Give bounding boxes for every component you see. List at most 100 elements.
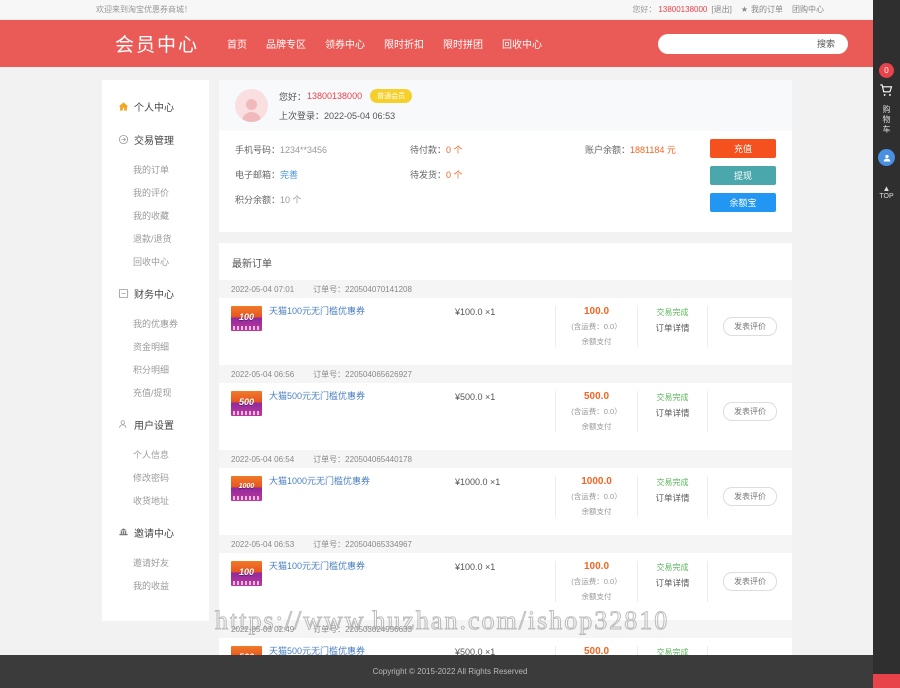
publish-review-button[interactable]: 发表评价: [723, 317, 777, 336]
stat-pending-payment: 待付款：0 个: [410, 143, 585, 156]
order-detail-link[interactable]: 订单详情: [638, 492, 707, 504]
nav-item-home[interactable]: 首页: [227, 36, 247, 51]
product-thumbnail: 500: [231, 391, 262, 416]
order-shipping: (含运费：0.0）: [560, 321, 633, 332]
sidebar-item-finance-center[interactable]: 财务中心: [102, 279, 209, 308]
avatar-icon: [235, 89, 268, 122]
sidebar-item-change-password[interactable]: 修改密码: [102, 466, 209, 489]
order-action-col: 发表评价: [707, 306, 792, 347]
status-badge: 交易完成: [638, 392, 707, 403]
order-header: 2022-05-03 02:49 订单号：220503024956633: [219, 620, 792, 638]
product-name[interactable]: 大猫1000元无门槛优惠券: [269, 476, 370, 517]
order-item: 2022-05-04 06:53 订单号：220504065334967 100…: [219, 535, 792, 610]
account-phone: 13800138000: [658, 5, 707, 14]
nav-item-coupon[interactable]: 领券中心: [325, 36, 365, 51]
order-total-amount: 500.0: [560, 391, 633, 402]
sidebar-item-transaction-management[interactable]: 交易管理: [102, 125, 209, 154]
user-summary: 您好： 13800138000 普通会员 上次登录：2022-05-04 06:…: [219, 80, 792, 131]
order-pay-method: 余额支付: [560, 421, 633, 432]
sidebar-item-recycle-center[interactable]: 回收中心: [102, 250, 209, 273]
order-date: 2022-05-04 06:54: [231, 455, 294, 464]
stat-label: 积分余额：: [235, 195, 280, 205]
sidebar-item-fund-details[interactable]: 资金明细: [102, 335, 209, 358]
sidebar-item-invite-center[interactable]: 邀请中心: [102, 518, 209, 547]
order-status-col: 交易完成 订单详情: [637, 561, 707, 602]
sidebar-group-user-settings: 用户设置 个人信息 修改密码 收货地址: [102, 410, 209, 514]
order-total: 1000.0 (含运费：0.0） 余额支付: [555, 476, 637, 517]
transaction-icon: [118, 134, 129, 145]
order-shipping: (含运费：0.0）: [560, 491, 633, 502]
group-center-link[interactable]: 团购中心: [792, 4, 824, 15]
cart-count-badge: 0: [879, 63, 894, 78]
order-detail-link[interactable]: 订单详情: [638, 407, 707, 419]
sidebar-sublist: 个人信息 修改密码 收货地址: [102, 439, 209, 514]
search-button[interactable]: 搜索: [808, 37, 844, 50]
stat-email: 电子邮箱：完善: [235, 168, 410, 181]
nav-item-brand[interactable]: 品牌专区: [266, 36, 306, 51]
stat-points: 积分余额：10 个: [235, 193, 410, 206]
withdraw-button[interactable]: 提现: [710, 166, 776, 185]
sidebar-item-user-settings[interactable]: 用户设置: [102, 410, 209, 439]
order-item: 2022-05-04 07:01 订单号：220504070141208 100…: [219, 280, 792, 355]
order-shipping: (含运费：0.0）: [560, 576, 633, 587]
search-input[interactable]: [662, 36, 808, 52]
stat-value: 1234**3456: [280, 145, 327, 155]
back-to-top-button[interactable]: ▲ TOP: [879, 185, 893, 200]
order-date: 2022-05-04 06:53: [231, 540, 294, 549]
order-status-col: 交易完成 订单详情: [637, 476, 707, 517]
logout-link[interactable]: [退出]: [711, 4, 731, 15]
product-name[interactable]: 天猫100元无门槛优惠券: [269, 561, 365, 602]
star-icon: ★: [741, 5, 748, 14]
sidebar-sublist: 我的订单 我的评价 我的收藏 退款/退货 回收中心: [102, 154, 209, 275]
sidebar-item-my-earnings[interactable]: 我的收益: [102, 574, 209, 597]
sidebar-item-my-orders[interactable]: 我的订单: [102, 158, 209, 181]
top-account-links: 您好： 13800138000 [退出] ★ 我的订单 团购中心: [632, 4, 824, 15]
nav-item-discount[interactable]: 限时折扣: [384, 36, 424, 51]
top-utility-bar: 欢迎来到淘宝优惠券商城！ 您好： 13800138000 [退出] ★ 我的订单…: [0, 0, 900, 20]
product-thumbnail: 100: [231, 561, 262, 586]
sidebar-item-refund-return[interactable]: 退款/退货: [102, 227, 209, 250]
product-name[interactable]: 大猫500元无门槛优惠券: [269, 391, 365, 432]
publish-review-button[interactable]: 发表评价: [723, 487, 777, 506]
sidebar-item-recharge-withdraw[interactable]: 充值/提现: [102, 381, 209, 404]
order-shipping: (含运费：0.0）: [560, 406, 633, 417]
greeting-label: 您好：: [632, 4, 656, 15]
site-logo[interactable]: 会员中心: [115, 30, 199, 57]
recharge-button[interactable]: 充值: [710, 139, 776, 158]
content-container: 个人中心 交易管理 我的订单 我的评价 我的收藏 退款/退货: [102, 80, 792, 688]
order-product: 100 天猫100元无门槛优惠券: [219, 306, 455, 347]
publish-review-button[interactable]: 发表评价: [723, 572, 777, 591]
sidebar-item-points-details[interactable]: 积分明细: [102, 358, 209, 381]
nav-item-recycle[interactable]: 回收中心: [502, 36, 542, 51]
order-number: 订单号：220504070141208: [313, 284, 412, 295]
order-detail-link[interactable]: 订单详情: [638, 577, 707, 589]
copyright-text: Copyright © 2015-2022 All Rights Reserve…: [373, 667, 528, 676]
order-unit-price: ¥100.0 ×1: [455, 561, 555, 602]
sidebar-item-profile[interactable]: 个人信息: [102, 443, 209, 466]
main-nav: 首页 品牌专区 领券中心 限时折扣 限时拼团 回收中心: [227, 36, 542, 51]
user-icon[interactable]: [878, 149, 895, 166]
order-header: 2022-05-04 06:53 订单号：220504065334967: [219, 535, 792, 553]
publish-review-button[interactable]: 发表评价: [723, 402, 777, 421]
user-phone: 13800138000: [307, 91, 362, 101]
sidebar-item-my-reviews[interactable]: 我的评价: [102, 181, 209, 204]
my-orders-link[interactable]: 我的订单: [751, 4, 783, 15]
product-name[interactable]: 天猫100元无门槛优惠券: [269, 306, 365, 347]
sidebar-item-shipping-address[interactable]: 收货地址: [102, 489, 209, 512]
site-header: 会员中心 首页 品牌专区 领券中心 限时折扣 限时拼团 回收中心 搜索: [0, 20, 900, 67]
stat-value[interactable]: 完善: [280, 170, 298, 180]
order-action-col: 发表评价: [707, 391, 792, 432]
order-detail-link[interactable]: 订单详情: [638, 322, 707, 334]
user-settings-icon: [118, 419, 129, 430]
nav-item-groupbuy[interactable]: 限时拼团: [443, 36, 483, 51]
yuebao-button[interactable]: 余额宝: [710, 193, 776, 212]
order-total-amount: 100.0: [560, 561, 633, 572]
sidebar-item-my-coupons[interactable]: 我的优惠券: [102, 312, 209, 335]
order-row: 1000 大猫1000元无门槛优惠券 ¥1000.0 ×1 1000.0 (含运…: [219, 468, 792, 525]
sidebar-item-invite-friends[interactable]: 邀请好友: [102, 551, 209, 574]
shopping-cart-icon[interactable]: [879, 83, 894, 101]
stats-column-1: 手机号码：1234**3456 电子邮箱：完善 积分余额：10 个: [235, 143, 410, 218]
sidebar-item-my-favorites[interactable]: 我的收藏: [102, 204, 209, 227]
stat-phone: 手机号码：1234**3456: [235, 143, 410, 156]
sidebar-item-personal-center[interactable]: 个人中心: [102, 92, 209, 121]
